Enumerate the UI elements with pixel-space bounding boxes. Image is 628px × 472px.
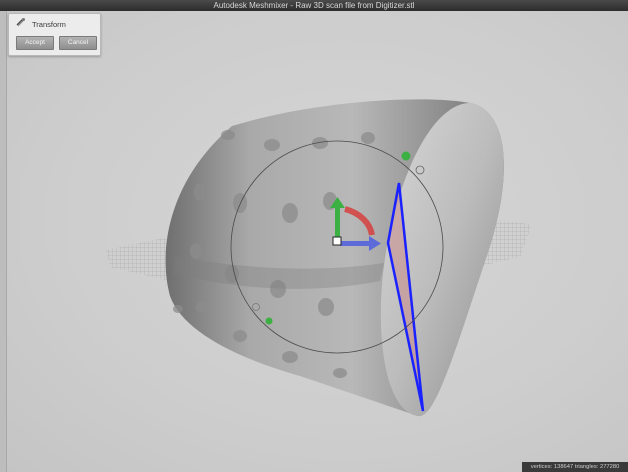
gizmo-scale-handle — [401, 151, 411, 161]
panel-title: Transform — [32, 19, 66, 29]
mesh-scene[interactable] — [0, 11, 628, 472]
window-title-bar: Autodesk Meshmixer - Raw 3D scan file fr… — [0, 0, 628, 11]
window-title: Autodesk Meshmixer - Raw 3D scan file fr… — [213, 1, 415, 10]
accept-button[interactable]: Accept — [16, 36, 54, 50]
panel-header: Transform — [15, 17, 66, 31]
cancel-button[interactable]: Cancel — [59, 36, 97, 50]
transform-icon — [15, 15, 26, 33]
mesh-object[interactable] — [165, 99, 504, 417]
left-panel-edge — [0, 11, 7, 472]
transform-panel: Transform Accept Cancel — [8, 13, 101, 56]
mesh-stats-status: vertices: 138647 triangles: 277280 — [522, 462, 628, 472]
